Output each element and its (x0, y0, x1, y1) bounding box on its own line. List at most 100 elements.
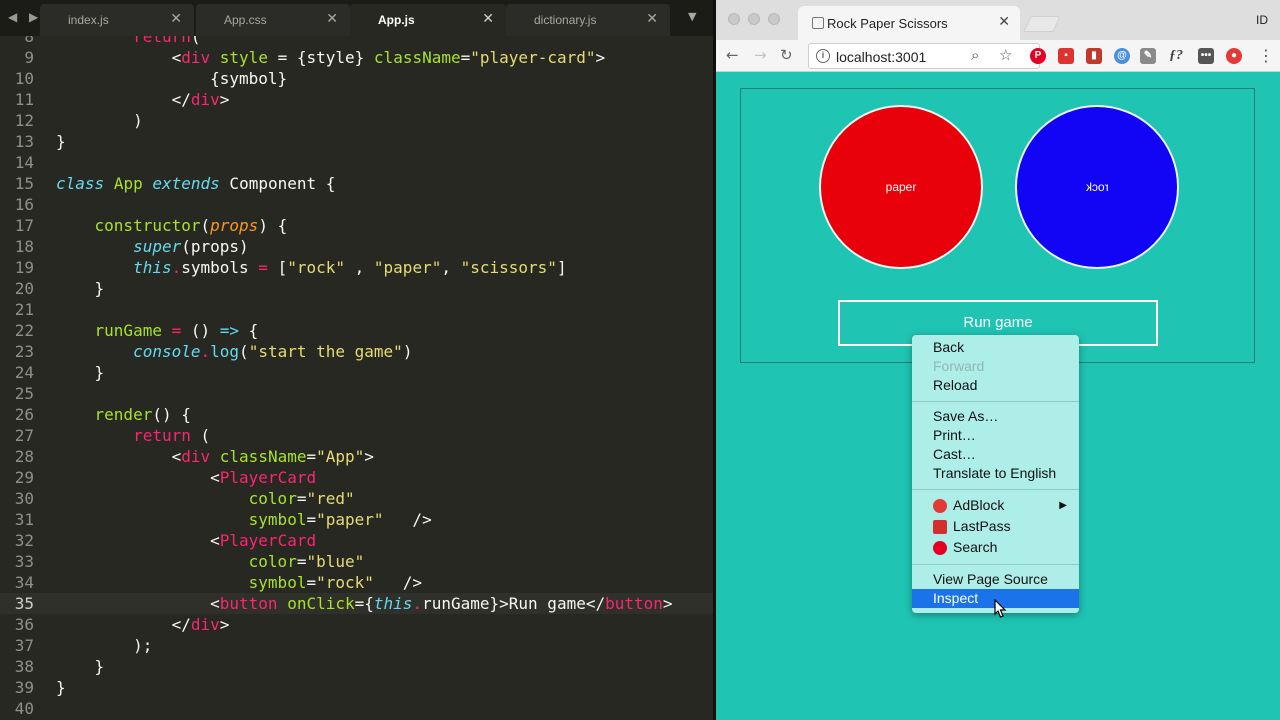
close-icon[interactable]: ✕ (170, 11, 182, 27)
editor-tab-dictionary-js[interactable]: dictionary.js ✕ (506, 4, 670, 36)
code-line[interactable]: 12 ) (0, 110, 713, 131)
line-number[interactable]: 14 (0, 152, 34, 173)
line-number[interactable]: 20 (0, 278, 34, 299)
code-line[interactable]: 14 (0, 152, 713, 173)
context-menu-item-view-source[interactable]: View Page Source (912, 570, 1079, 589)
code-line[interactable]: 39} (0, 677, 713, 698)
line-number[interactable]: 34 (0, 572, 34, 593)
editor-tab-app-css[interactable]: App.css ✕ (196, 4, 350, 36)
profile-button[interactable]: ID (1256, 13, 1268, 27)
line-number[interactable]: 10 (0, 68, 34, 89)
line-number[interactable]: 11 (0, 89, 34, 110)
pinterest-extension-icon[interactable]: P (1030, 48, 1046, 64)
browser-menu-icon[interactable]: ⋮ (1258, 46, 1274, 65)
context-menu-item-adblock[interactable]: AdBlock ▶ (912, 496, 1079, 515)
line-number[interactable]: 38 (0, 656, 34, 677)
line-number[interactable]: 9 (0, 47, 34, 68)
close-window-icon[interactable] (728, 13, 740, 25)
context-menu-item-save-as[interactable]: Save As… (912, 407, 1079, 426)
line-number[interactable]: 36 (0, 614, 34, 635)
line-number[interactable]: 32 (0, 530, 34, 551)
code-line[interactable]: 10 {symbol} (0, 68, 713, 89)
code-line[interactable]: 17 constructor(props) { (0, 215, 713, 236)
code-line[interactable]: 19 this.symbols = ["rock" , "paper", "sc… (0, 257, 713, 278)
wrench-extension-icon[interactable]: ✎ (1140, 48, 1156, 64)
code-line[interactable]: 20 } (0, 278, 713, 299)
line-number[interactable]: 19 (0, 257, 34, 278)
close-icon[interactable]: ✕ (482, 11, 494, 27)
code-line[interactable]: 32 <PlayerCard (0, 530, 713, 551)
context-menu-item-back[interactable]: Back (912, 338, 1079, 357)
code-line[interactable]: 15 class App extends Component { (0, 173, 713, 194)
code-line[interactable]: 16 (0, 194, 713, 215)
back-arrow-icon[interactable]: ← (726, 46, 739, 64)
at-extension-icon[interactable]: @ (1114, 48, 1130, 64)
code-line[interactable]: 34 symbol="rock" /> (0, 572, 713, 593)
code-line[interactable]: 9 <div style = {style} className="player… (0, 47, 713, 68)
line-number[interactable]: 39 (0, 677, 34, 698)
code-line[interactable]: 13} (0, 131, 713, 152)
new-tab-button[interactable] (1023, 16, 1061, 32)
tab-nav-arrows-icon[interactable]: ◀ ▶ (8, 10, 42, 24)
code-line[interactable]: 26 render() { (0, 404, 713, 425)
code-line[interactable]: 27 return ( (0, 425, 713, 446)
context-menu-item-translate[interactable]: Translate to English (912, 464, 1079, 483)
line-number[interactable]: 33 (0, 551, 34, 572)
minimize-window-icon[interactable] (748, 13, 760, 25)
code-line[interactable]: 35 <button onClick={this.runGame}>Run ga… (0, 593, 713, 614)
code-line[interactable]: 33 color="blue" (0, 551, 713, 572)
line-number[interactable]: 40 (0, 698, 34, 719)
line-number[interactable]: 28 (0, 446, 34, 467)
line-number[interactable]: 29 (0, 467, 34, 488)
line-number[interactable]: 26 (0, 404, 34, 425)
code-line[interactable]: 23 console.log("start the game") (0, 341, 713, 362)
code-line[interactable]: 18 super(props) (0, 236, 713, 257)
line-number[interactable]: 22 (0, 320, 34, 341)
line-number[interactable]: 31 (0, 509, 34, 530)
function-extension-icon[interactable]: ƒ? (1168, 48, 1184, 64)
code-line[interactable]: 40 (0, 698, 713, 719)
line-number[interactable]: 37 (0, 635, 34, 656)
code-line[interactable]: 36 </div> (0, 614, 713, 635)
line-number[interactable]: 15 (0, 173, 34, 194)
address-bar-url[interactable]: localhost:3001 (836, 49, 926, 65)
line-number[interactable]: 27 (0, 425, 34, 446)
browser-tab[interactable]: Rock Paper Scissors ✕ (798, 6, 1020, 40)
code-line[interactable]: 31 symbol="paper" /> (0, 509, 713, 530)
zoom-window-icon[interactable] (768, 13, 780, 25)
line-number[interactable]: 17 (0, 215, 34, 236)
code-area[interactable]: 8 return(9 <div style = {style} classNam… (0, 26, 713, 719)
line-number[interactable]: 13 (0, 131, 34, 152)
editor-tab-index-js[interactable]: index.js ✕ (40, 4, 194, 36)
context-menu-item-print[interactable]: Print… (912, 426, 1079, 445)
reload-icon[interactable]: ↻ (780, 46, 793, 64)
code-line[interactable]: 25 (0, 383, 713, 404)
address-bar[interactable]: i localhost:3001 ⌕ ☆ (808, 43, 1040, 69)
line-number[interactable]: 12 (0, 110, 34, 131)
context-menu-item-reload[interactable]: Reload (912, 376, 1079, 395)
line-number[interactable]: 30 (0, 488, 34, 509)
line-number[interactable]: 16 (0, 194, 34, 215)
code-line[interactable]: 22 runGame = () => { (0, 320, 713, 341)
editor-tab-app-js[interactable]: App.js ✕ (350, 4, 506, 36)
code-line[interactable]: 37 ); (0, 635, 713, 656)
line-number[interactable]: 35 (0, 593, 34, 614)
code-line[interactable]: 21 (0, 299, 713, 320)
code-line[interactable]: 11 </div> (0, 89, 713, 110)
context-menu-item-search[interactable]: Search (912, 538, 1079, 557)
code-line[interactable]: 28 <div className="App"> (0, 446, 713, 467)
close-icon[interactable]: ✕ (326, 11, 338, 27)
line-number[interactable]: 24 (0, 362, 34, 383)
code-line[interactable]: 30 color="red" (0, 488, 713, 509)
code-line[interactable]: 38 } (0, 656, 713, 677)
tab-overflow-icon[interactable]: ▼ (688, 10, 696, 23)
line-number[interactable]: 23 (0, 341, 34, 362)
lastpass-extension-icon[interactable]: ••• (1198, 48, 1214, 64)
context-menu-item-forward[interactable]: Forward (912, 357, 1079, 376)
bookmark-star-icon[interactable]: ☆ (999, 46, 1012, 64)
close-icon[interactable]: ✕ (646, 11, 658, 27)
code-line[interactable]: 24 } (0, 362, 713, 383)
forward-arrow-icon[interactable]: → (754, 46, 767, 64)
context-menu-item-lastpass[interactable]: LastPass (912, 517, 1079, 536)
record-extension-icon[interactable]: ● (1226, 48, 1242, 64)
